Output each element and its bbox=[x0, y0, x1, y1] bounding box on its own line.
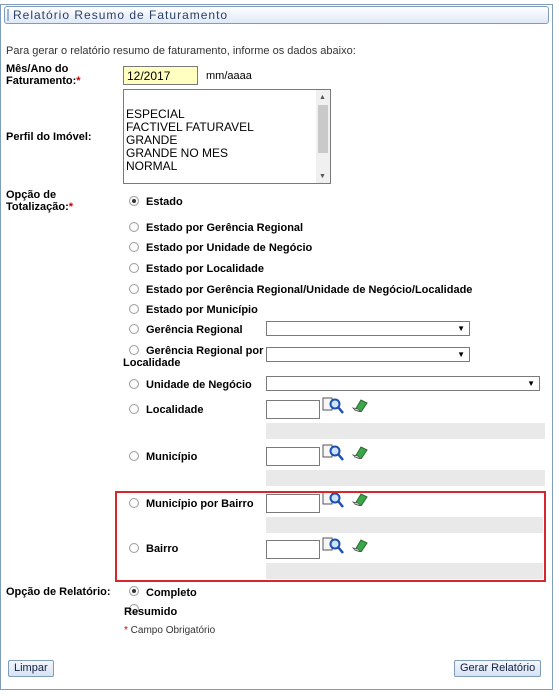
totalizacao-label: Opção de Totalização:* bbox=[6, 189, 73, 213]
mes-ano-input[interactable]: 12/2017 bbox=[123, 66, 198, 85]
radio-estado[interactable] bbox=[129, 196, 139, 206]
limpar-button[interactable]: Limpar bbox=[8, 660, 54, 677]
radio-estado-gerencia[interactable] bbox=[129, 222, 139, 232]
municipio-description bbox=[266, 470, 545, 486]
totalizacao-label-line2: Totalização: bbox=[6, 201, 69, 213]
radio-localidade[interactable] bbox=[129, 404, 139, 414]
mes-ano-label-line2: Faturamento: bbox=[6, 75, 77, 87]
mes-ano-label-line1: Mês/Ano do bbox=[6, 63, 69, 75]
radio-estado-ger-uni-loc[interactable] bbox=[129, 284, 139, 294]
radio-unidade-negocio[interactable] bbox=[129, 379, 139, 389]
magnifier-icon[interactable] bbox=[322, 443, 344, 461]
magnifier-icon[interactable] bbox=[322, 396, 344, 414]
localidade-description bbox=[266, 423, 545, 439]
option-label: Estado por Gerência Regional/Unidade de … bbox=[146, 284, 473, 296]
localidade-input[interactable] bbox=[266, 400, 320, 419]
radio-gerencia-regional-localidade[interactable] bbox=[129, 345, 139, 355]
option-label: Município bbox=[146, 451, 198, 463]
option-label: Estado por Localidade bbox=[146, 263, 264, 275]
option-label: Gerência Regional bbox=[146, 324, 243, 336]
page-title: Relatório Resumo de Faturamento bbox=[4, 6, 549, 24]
scroll-down-icon[interactable]: ▼ bbox=[319, 170, 326, 183]
option-label: Localidade bbox=[146, 404, 204, 416]
mes-ano-label: Mês/Ano do Faturamento:* bbox=[6, 63, 81, 87]
eraser-icon[interactable] bbox=[352, 398, 368, 412]
chevron-down-icon: ▼ bbox=[527, 379, 535, 388]
chevron-down-icon: ▼ bbox=[457, 350, 465, 359]
option-label: Unidade de Negócio bbox=[146, 379, 252, 391]
scrollbar-thumb[interactable] bbox=[318, 105, 328, 153]
mes-ano-value: 12/2017 bbox=[127, 69, 171, 83]
eraser-icon[interactable] bbox=[352, 445, 368, 459]
gerar-relatorio-button[interactable]: Gerar Relatório bbox=[454, 660, 542, 677]
totalizacao-label-line1: Opção de bbox=[6, 189, 57, 201]
format-hint: mm/aaaa bbox=[206, 70, 252, 82]
radio-estado-localidade[interactable] bbox=[129, 263, 139, 273]
option-label: Estado bbox=[146, 196, 183, 208]
option-label-continued: Localidade bbox=[123, 357, 181, 369]
gerencia-regional-select[interactable]: ▼ bbox=[266, 321, 470, 336]
required-mark: * bbox=[76, 75, 81, 87]
relatorio-label: Opção de Relatório: bbox=[6, 586, 111, 598]
unidade-negocio-select[interactable]: ▼ bbox=[266, 376, 540, 391]
perfil-listbox[interactable]: ESPECIAL FACTIVEL FATURAVEL GRANDE GRAND… bbox=[123, 89, 331, 184]
listbox-scrollbar[interactable]: ▲ ▼ bbox=[316, 90, 330, 183]
municipio-input[interactable] bbox=[266, 447, 320, 466]
scroll-up-icon[interactable]: ▲ bbox=[319, 91, 326, 104]
option-label: Estado por Gerência Regional bbox=[146, 222, 304, 234]
instruction-text: Para gerar o relatório resumo de faturam… bbox=[6, 45, 356, 57]
option-label: Resumido bbox=[124, 606, 178, 618]
radio-municipio[interactable] bbox=[129, 451, 139, 461]
radio-estado-municipio[interactable] bbox=[129, 304, 139, 314]
gerencia-regional-localidade-select[interactable]: ▼ bbox=[266, 347, 470, 362]
perfil-label: Perfil do Imóvel: bbox=[6, 131, 92, 143]
highlight-box bbox=[115, 491, 546, 582]
required-note: * Campo Obrigatório bbox=[124, 625, 215, 636]
option-label: Gerência Regional por bbox=[146, 345, 264, 357]
radio-completo[interactable] bbox=[129, 586, 139, 596]
chevron-down-icon: ▼ bbox=[457, 324, 465, 333]
required-note-text: Campo Obrigatório bbox=[127, 625, 216, 636]
option-label: Estado por Unidade de Negócio bbox=[146, 242, 313, 254]
option-label: Completo bbox=[146, 587, 197, 599]
radio-estado-unidade[interactable] bbox=[129, 242, 139, 252]
option-label: Estado por Município bbox=[146, 304, 258, 316]
radio-gerencia-regional[interactable] bbox=[129, 324, 139, 334]
required-mark: * bbox=[68, 201, 74, 213]
list-item[interactable]: NORMAL bbox=[126, 160, 177, 173]
